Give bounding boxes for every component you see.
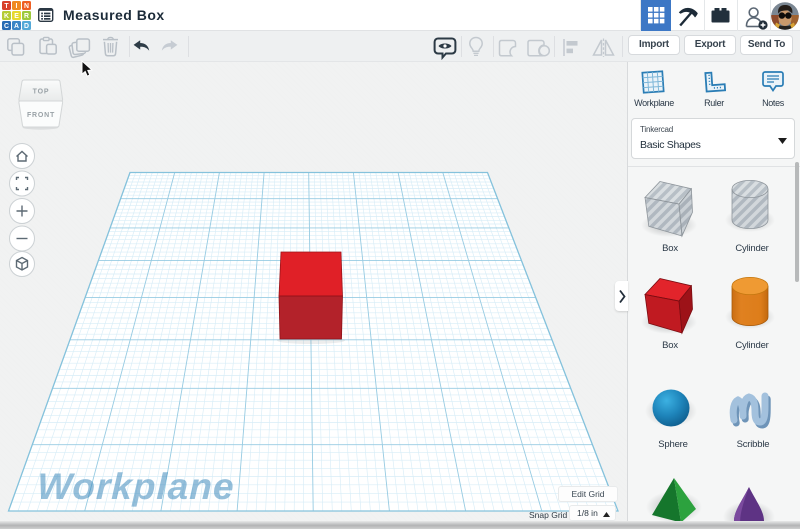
svg-text:N: N — [24, 3, 29, 10]
svg-text:D: D — [24, 23, 29, 30]
svg-text:R: R — [24, 13, 29, 20]
svg-text:K: K — [4, 13, 9, 20]
svg-text:Sphere: Sphere — [658, 439, 687, 450]
svg-text:Box: Box — [662, 243, 678, 254]
svg-text:C: C — [4, 23, 9, 30]
svg-text:I: I — [16, 3, 18, 10]
svg-text:TOP: TOP — [33, 89, 50, 96]
svg-text:Workplane: Workplane — [36, 465, 235, 507]
svg-text:Scribble: Scribble — [737, 439, 770, 450]
svg-text:Box: Box — [662, 340, 678, 351]
svg-text:Cylinder: Cylinder — [735, 340, 768, 351]
svg-text:FRONT: FRONT — [27, 112, 55, 119]
svg-text:E: E — [14, 13, 19, 20]
svg-text:A: A — [14, 23, 19, 30]
svg-text:Cylinder: Cylinder — [735, 243, 768, 254]
